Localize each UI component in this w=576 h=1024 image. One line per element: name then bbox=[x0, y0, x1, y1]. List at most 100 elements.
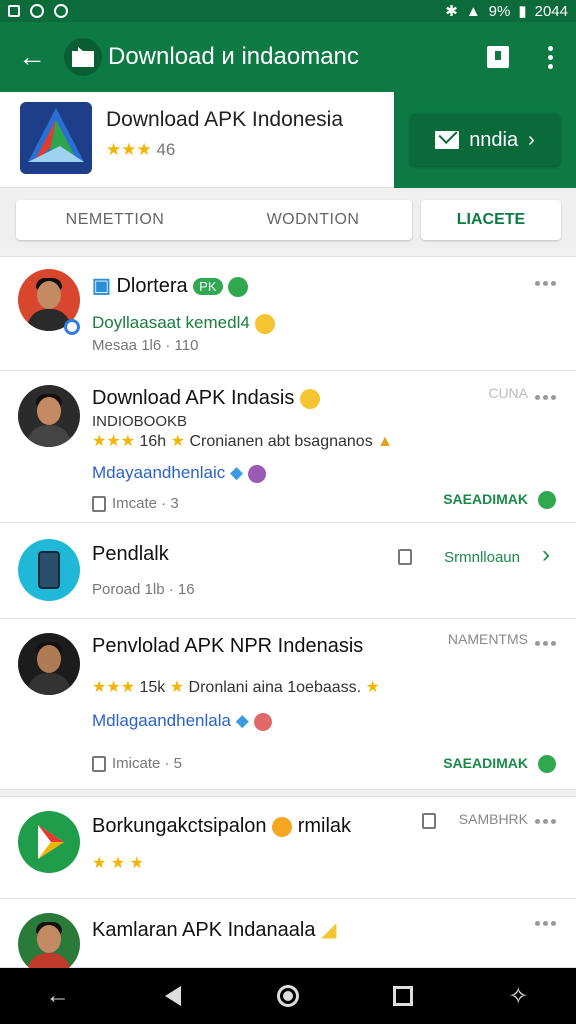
more-horiz-icon[interactable] bbox=[535, 281, 556, 286]
badge-icon bbox=[538, 755, 556, 773]
more-horiz-icon[interactable] bbox=[535, 921, 556, 926]
action-label[interactable]: SAEADIMAK bbox=[443, 755, 528, 771]
rating-stars-icon: ★★★ bbox=[92, 433, 136, 450]
tab-2[interactable]: WODNTION bbox=[214, 200, 412, 240]
smile-emoji-icon bbox=[299, 388, 320, 409]
rating-description: Dronlani aina 1oebaass. bbox=[188, 679, 362, 696]
tab-3-active[interactable]: LIACETE bbox=[421, 200, 561, 240]
item-tag: NAMENTMS bbox=[447, 631, 528, 647]
status-bar: ✱ ▲ 9% ▮ 2044 bbox=[0, 0, 576, 22]
item-link[interactable]: Mdlagaandhenlala ◆ bbox=[92, 711, 272, 731]
battery-text: 9% bbox=[488, 2, 511, 20]
item-rating-line: ★★★ 15k ★ Dronlani aina 1oebaass. ★ bbox=[92, 677, 380, 697]
action-label[interactable]: SAEADIMAK bbox=[443, 491, 528, 507]
item-meta: Mesaa 1l6 · 110 bbox=[92, 337, 199, 354]
app-rating: ★★★ 46 bbox=[106, 140, 394, 160]
rating-stars-icon: ★★★ bbox=[106, 140, 152, 159]
item-tag: CUNA bbox=[488, 385, 528, 401]
item-title-text: Dlortera bbox=[116, 275, 188, 297]
tab-1[interactable]: NEMETTION bbox=[16, 200, 214, 240]
list-item[interactable]: Kamlaran APK Indanaala ◢ bbox=[0, 899, 576, 975]
bookmark-button[interactable] bbox=[472, 46, 524, 68]
list-item[interactable]: ▣ Dlortera PK Doyllaasaat kemedl4 Mesaa … bbox=[0, 257, 576, 371]
star-icon: ★ bbox=[365, 679, 380, 696]
app-icon bbox=[20, 102, 92, 174]
list-item[interactable]: Penvlolad APK NPR Indenasis ★★★ 15k ★ Dr… bbox=[0, 619, 576, 791]
app-header-card: Download APK Indonesia ★★★ 46 nndia › bbox=[0, 92, 576, 188]
recents-icon[interactable] bbox=[383, 976, 423, 1016]
meta-label: Imcate · 3 bbox=[112, 495, 179, 512]
bird-icon: ◆ bbox=[230, 463, 244, 482]
overflow-menu-button[interactable] bbox=[524, 45, 576, 69]
avatar bbox=[18, 385, 80, 447]
bookmark-outline-icon[interactable] bbox=[92, 495, 106, 512]
list-item-title: Kamlaran APK Indanaala ◢ bbox=[92, 917, 336, 942]
rating-stars-icon: ★ ★ ★ bbox=[92, 855, 144, 872]
phone-app-icon bbox=[18, 539, 80, 601]
system-nav-bar: ← ✧ bbox=[0, 968, 576, 1024]
feed-card: Borkungakctsipalon rmilak ★ ★ ★ SAMBHRK … bbox=[0, 796, 576, 975]
bookmark-icon bbox=[487, 46, 509, 68]
item-title-suffix: rmilak bbox=[297, 815, 352, 837]
review-count: 15k bbox=[139, 679, 166, 696]
app-name: Download APK Indonesia bbox=[106, 108, 343, 131]
mail-icon bbox=[435, 131, 460, 149]
clock: 2044 bbox=[534, 2, 568, 20]
install-button-label: nndia bbox=[469, 128, 519, 151]
list-item-title: Penvlolad APK NPR Indenasis bbox=[92, 635, 364, 657]
back-arrow-icon[interactable]: ← bbox=[0, 41, 64, 73]
assistant-icon[interactable]: ✧ bbox=[498, 976, 538, 1016]
list-item[interactable]: Download APK Indasis INDIOBOOKB ★★★ 16h … bbox=[0, 371, 576, 523]
review-count: 16h bbox=[139, 433, 167, 450]
star-icon: ★ bbox=[170, 433, 185, 450]
instagram-icon bbox=[30, 4, 44, 18]
smile-emoji-icon bbox=[272, 816, 293, 837]
action-label[interactable]: Srmnlloaun bbox=[444, 549, 520, 566]
list-item[interactable]: Borkungakctsipalon rmilak ★ ★ ★ SAMBHRK bbox=[0, 797, 576, 899]
tab-bar: NEMETTION WODNTION LIACETE bbox=[0, 188, 576, 250]
link-text: Mdayaandhenlaic bbox=[92, 463, 226, 482]
battery-icon: ▮ bbox=[518, 3, 527, 20]
app-logo-icon bbox=[64, 38, 102, 76]
chevron-right-icon: › bbox=[528, 128, 535, 151]
item-title-text: Download APK Indasis bbox=[92, 387, 295, 409]
back-triangle-icon[interactable] bbox=[153, 976, 193, 1016]
tab-group: NEMETTION WODNTION bbox=[16, 200, 412, 240]
more-horiz-icon[interactable] bbox=[535, 641, 556, 646]
more-horiz-icon[interactable] bbox=[535, 395, 556, 400]
list-item[interactable]: Pendlalk Poroad 1lb · 16 Srmnlloaun › bbox=[0, 523, 576, 619]
badge-icon bbox=[538, 491, 556, 509]
meta-label: Imicate · 5 bbox=[112, 755, 183, 772]
item-meta: Imcate · 3 bbox=[92, 495, 179, 512]
list-item-title: Borkungakctsipalon rmilak bbox=[92, 815, 351, 838]
bluetooth-icon: ✱ bbox=[445, 3, 458, 20]
android-icon bbox=[228, 276, 249, 297]
item-subtitle: INDIOBOOKB bbox=[92, 413, 188, 430]
install-panel: nndia › bbox=[394, 92, 576, 188]
rating-description: Cronianen abt bsagnanos bbox=[189, 433, 373, 450]
item-meta: Imicate · 5 bbox=[92, 755, 182, 772]
home-icon[interactable] bbox=[268, 976, 308, 1016]
item-link[interactable]: Mdayaandhenlaic ◆ bbox=[92, 463, 266, 483]
back-nav-icon[interactable]: ← bbox=[38, 976, 78, 1016]
bird-icon: ◆ bbox=[235, 711, 249, 730]
hand-emoji-icon: ◢ bbox=[321, 919, 337, 941]
link-text: Mdlagaandhenlala bbox=[92, 711, 231, 730]
item-rating-line: ★★★ 16h ★ Cronianen abt bsagnanos ▲ bbox=[92, 431, 393, 451]
avatar bbox=[18, 913, 80, 975]
page-title: Download и indaomanc bbox=[108, 43, 359, 70]
item-title-text: Borkungakctsipalon bbox=[92, 815, 267, 837]
badge-emoji-icon: ▲ bbox=[377, 433, 393, 450]
bookmark-outline-icon[interactable] bbox=[398, 549, 412, 570]
bookmark-outline-icon[interactable] bbox=[422, 813, 436, 834]
heart-emoji-icon bbox=[247, 464, 266, 483]
app-bar: ← Download и indaomanc bbox=[0, 22, 576, 92]
item-tag: SAMBHRK bbox=[458, 811, 528, 827]
play-store-icon bbox=[18, 811, 80, 873]
item-meta: Poroad 1lb · 16 bbox=[92, 581, 195, 598]
install-button[interactable]: nndia › bbox=[410, 114, 560, 166]
bookmark-outline-icon[interactable] bbox=[92, 755, 106, 772]
rating-stars-icon: ★★★ bbox=[92, 679, 136, 696]
more-horiz-icon[interactable] bbox=[535, 819, 556, 824]
chevron-right-icon[interactable]: › bbox=[542, 541, 550, 569]
